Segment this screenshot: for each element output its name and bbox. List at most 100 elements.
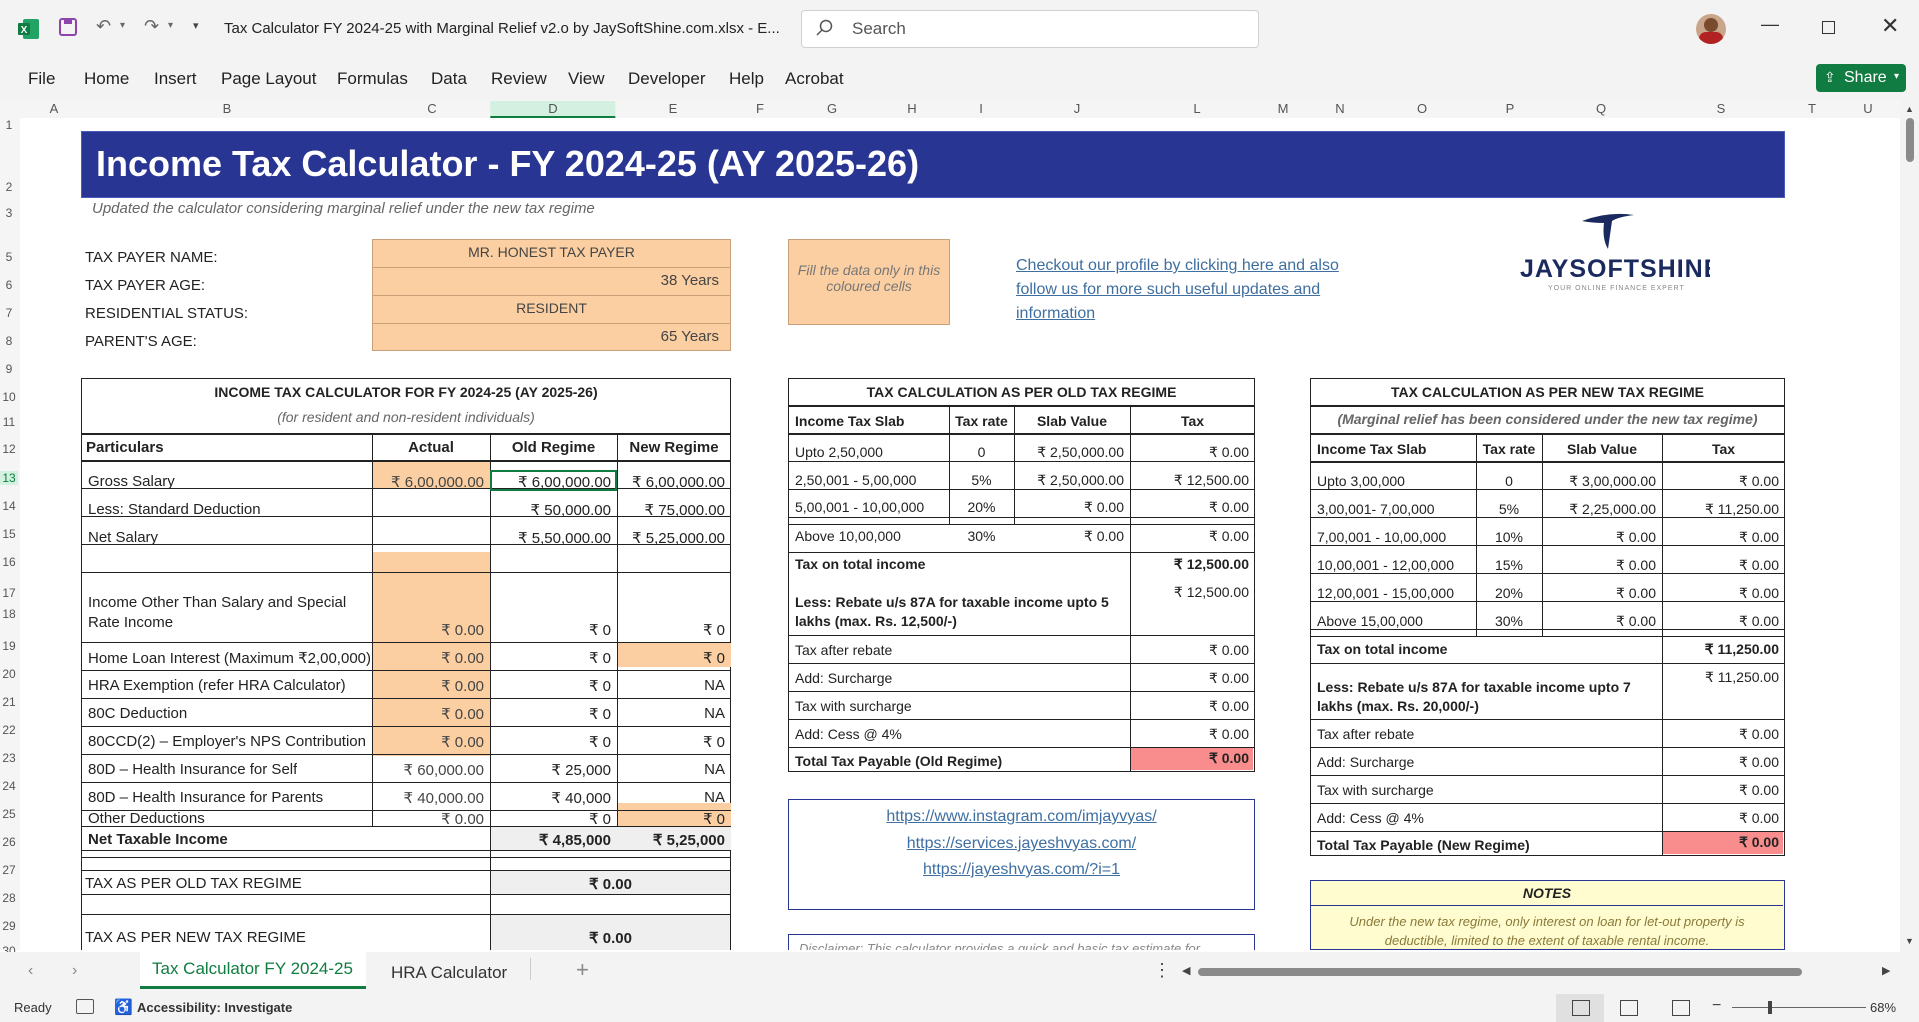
column-header[interactable]: A [50,101,59,116]
row-hra-actual[interactable]: ₹ 0.00 [372,677,484,695]
row-header[interactable]: 3 [0,206,18,220]
column-header[interactable]: C [427,101,436,116]
column-header[interactable]: M [1278,101,1289,116]
instagram-link[interactable]: https://www.instagram.com/imjayvyas/ [788,808,1255,826]
row-header[interactable]: 18 [0,607,18,621]
services-link[interactable]: https://services.jayeshvyas.com/ [788,835,1255,853]
add-sheet-icon[interactable]: + [576,957,589,983]
row-home-loan-new[interactable]: ₹ 0 [617,649,725,667]
row-header[interactable]: 27 [0,863,18,877]
row-header[interactable]: 11 [0,415,18,429]
menu-help[interactable]: Help [729,69,764,89]
column-header[interactable]: T [1808,101,1816,116]
minimize-icon[interactable]: — [1761,14,1779,35]
residential-status-input[interactable]: RESIDENT [372,300,731,316]
taxpayer-age-input[interactable]: 38 Years [372,272,719,289]
avatar[interactable] [1696,14,1726,44]
column-header[interactable]: E [669,101,678,116]
row-header[interactable]: 8 [0,334,18,348]
zoom-slider-thumb[interactable] [1768,1001,1772,1014]
scroll-right-icon[interactable]: ▶ [1882,964,1890,977]
column-header[interactable]: B [223,101,232,116]
row-80d-parents-actual[interactable]: ₹ 40,000.00 [372,789,484,807]
row-header[interactable]: 26 [0,835,18,849]
scroll-down-icon[interactable]: ▼ [1905,936,1914,946]
column-header[interactable]: O [1417,101,1427,116]
row-header[interactable]: 6 [0,278,18,292]
row-80c-actual[interactable]: ₹ 0.00 [372,705,484,723]
row-header[interactable]: 10 [0,390,18,404]
row-80d-self-actual[interactable]: ₹ 60,000.00 [372,761,484,779]
undo-icon[interactable]: ↶ [96,16,111,37]
column-header-selected[interactable]: D [490,101,616,118]
redo-icon[interactable]: ↷ [144,16,159,37]
row-80ccd-actual[interactable]: ₹ 0.00 [372,733,484,751]
column-header[interactable]: L [1193,101,1200,116]
vertical-scrollbar[interactable]: ▲ ▼ [1900,100,1919,952]
website-link[interactable]: https://jayeshvyas.com/?i=1 [788,861,1255,879]
share-button[interactable]: ⇪ Share ▾ [1816,64,1906,92]
column-header[interactable]: N [1335,101,1344,116]
prev-sheet-icon[interactable]: ‹ [28,962,33,980]
close-icon[interactable]: ✕ [1881,13,1899,39]
row-header[interactable]: 2 [0,180,18,194]
customize-toolbar-icon[interactable]: ▾ [193,19,199,32]
menu-view[interactable]: View [568,69,605,89]
menu-file[interactable]: File [28,69,55,89]
macro-record-icon[interactable] [76,999,94,1014]
row-gross-salary-actual[interactable]: ₹ 6,00,000.00 [372,473,484,491]
row-header[interactable]: 19 [0,639,18,653]
row-header[interactable]: 1 [0,118,18,132]
scroll-left-icon[interactable]: ◀ [1182,964,1190,977]
row-header[interactable]: 17 [0,586,18,600]
row-header[interactable]: 22 [0,723,18,737]
sheet-tab-hra[interactable]: HRA Calculator [391,963,507,983]
normal-view-button[interactable] [1556,994,1604,1022]
row-header[interactable]: 20 [0,667,18,681]
page-break-icon[interactable] [1672,1000,1690,1016]
accessibility-status[interactable]: Accessibility: Investigate [137,1000,292,1015]
menu-review[interactable]: Review [491,69,547,89]
restore-icon[interactable] [1822,21,1835,34]
row-header[interactable]: 25 [0,807,18,821]
row-header[interactable]: 5 [0,250,18,264]
row-header[interactable]: 9 [0,362,18,376]
sheet-tab-active[interactable]: Tax Calculator FY 2024-25 [140,952,366,989]
accessibility-icon[interactable]: ♿ [114,998,133,1016]
horizontal-scroll-thumb[interactable] [1198,968,1802,976]
row-header[interactable]: 24 [0,779,18,793]
column-header[interactable]: P [1506,101,1515,116]
scroll-up-icon[interactable]: ▲ [1905,104,1914,114]
next-sheet-icon[interactable]: › [72,962,77,980]
search-box[interactable]: Search [801,10,1259,48]
row-header[interactable]: 21 [0,695,18,709]
undo-dropdown-icon[interactable]: ▾ [120,20,125,31]
row-other-deductions-new[interactable]: ₹ 0 [617,810,725,828]
menu-data[interactable]: Data [431,69,467,89]
column-header[interactable]: U [1863,101,1872,116]
menu-page-layout[interactable]: Page Layout [221,69,316,89]
column-header[interactable]: I [979,101,983,116]
row-header[interactable]: 12 [0,442,18,456]
menu-developer[interactable]: Developer [628,69,706,89]
menu-acrobat[interactable]: Acrobat [785,69,844,89]
row-header[interactable]: 15 [0,527,18,541]
row-header[interactable]: 7 [0,306,18,320]
row-header[interactable]: 16 [0,555,18,569]
taxpayer-name-input[interactable]: MR. HONEST TAX PAYER [372,244,731,260]
zoom-level[interactable]: 68% [1866,1000,1897,1015]
column-header[interactable]: G [827,101,837,116]
menu-home[interactable]: Home [84,69,129,89]
row-other-income-actual[interactable]: ₹ 0.00 [372,621,484,639]
row-home-loan-actual[interactable]: ₹ 0.00 [372,649,484,667]
column-header[interactable]: J [1074,101,1081,116]
column-header[interactable]: S [1717,101,1726,116]
redo-dropdown-icon[interactable]: ▾ [168,20,173,31]
row-header[interactable]: 14 [0,499,18,513]
more-options-icon[interactable]: ⋮ [1153,960,1171,981]
save-icon[interactable] [58,17,78,37]
parent-age-input[interactable]: 65 Years [372,328,719,345]
row-header[interactable]: 29 [0,919,18,933]
row-header[interactable]: 28 [0,891,18,905]
column-header[interactable]: H [907,101,916,116]
